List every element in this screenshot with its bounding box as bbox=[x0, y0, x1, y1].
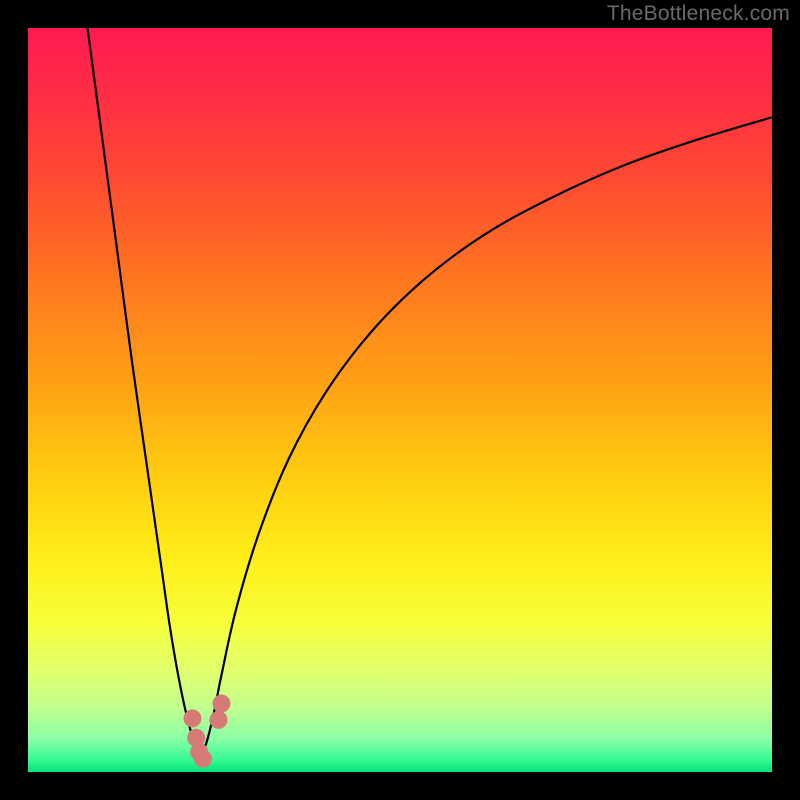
watermark-text: TheBottleneck.com bbox=[607, 2, 790, 26]
chart-svg bbox=[28, 28, 772, 772]
data-marker bbox=[212, 695, 230, 713]
chart-frame: TheBottleneck.com bbox=[0, 0, 800, 800]
curve-right bbox=[199, 117, 772, 761]
markers-group bbox=[183, 695, 230, 768]
data-marker bbox=[183, 709, 201, 727]
plot-area bbox=[28, 28, 772, 772]
data-marker bbox=[209, 711, 227, 729]
data-marker bbox=[194, 750, 212, 768]
curve-left bbox=[88, 28, 200, 761]
